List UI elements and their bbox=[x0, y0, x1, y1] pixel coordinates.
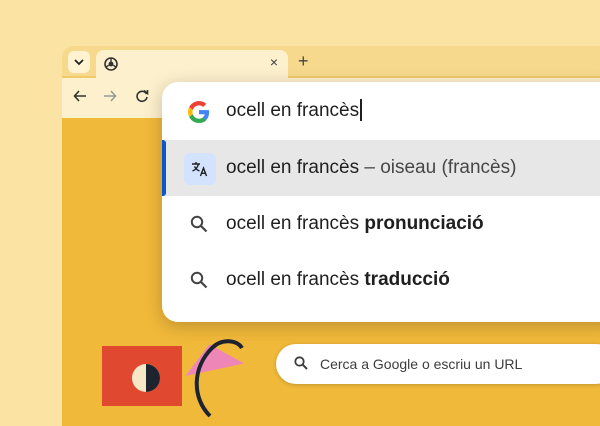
suggestion-text: ocell en francès – oiseau (francès) bbox=[226, 157, 516, 179]
suggestion-pronunciation[interactable]: ocell en francès pronunciació bbox=[162, 196, 600, 252]
omnibox-dropdown: ocell en francès ocell en francès – oise… bbox=[162, 82, 600, 322]
search-icon bbox=[294, 356, 308, 375]
text-caret bbox=[360, 99, 362, 121]
suggestion-query: ocell en francès bbox=[226, 213, 365, 234]
back-button[interactable] bbox=[70, 88, 90, 108]
query-text: ocell en francès bbox=[226, 100, 360, 121]
ntp-search-box[interactable]: Cerca a Google o escriu un URL bbox=[276, 344, 600, 384]
suggestion-translation[interactable]: ocell en francès traducció bbox=[162, 252, 600, 308]
new-tab-button[interactable]: + bbox=[298, 51, 309, 72]
suggestion-query: ocell en francès bbox=[226, 157, 360, 178]
suggestion-completion: traducció bbox=[364, 269, 450, 290]
illustration-circle bbox=[132, 364, 160, 392]
reload-icon bbox=[135, 89, 149, 108]
tab-close-icon[interactable]: × bbox=[270, 54, 278, 70]
suggestion-separator: – bbox=[359, 157, 381, 178]
omnibox-input[interactable]: ocell en francès bbox=[162, 82, 600, 140]
tab-search-button[interactable] bbox=[68, 51, 90, 73]
tab-active[interactable]: × bbox=[96, 50, 288, 78]
reload-button[interactable] bbox=[132, 88, 152, 108]
chrome-icon bbox=[104, 57, 118, 71]
suggestion-text: ocell en francès traducció bbox=[226, 269, 450, 291]
ntp-search-placeholder: Cerca a Google o escriu un URL bbox=[320, 356, 523, 372]
search-icon bbox=[190, 215, 208, 238]
selection-indicator bbox=[162, 140, 166, 196]
suggestion-completion: pronunciació bbox=[364, 213, 484, 234]
suggestion-answer: oiseau (francès) bbox=[380, 157, 517, 178]
suggestion-text: ocell en francès pronunciació bbox=[226, 213, 484, 235]
arrow-left-icon bbox=[73, 89, 87, 108]
suggestion-translate[interactable]: ocell en francès – oiseau (francès) bbox=[162, 140, 600, 196]
arrow-right-icon bbox=[103, 89, 117, 108]
chevron-down-icon bbox=[74, 53, 84, 71]
illustration-vine bbox=[194, 339, 244, 418]
omnibox-query[interactable]: ocell en francès bbox=[226, 99, 362, 122]
tab-strip: × + bbox=[62, 46, 600, 78]
search-icon bbox=[190, 271, 208, 294]
forward-button[interactable] bbox=[100, 88, 120, 108]
translate-icon bbox=[184, 153, 216, 185]
google-icon bbox=[188, 101, 210, 123]
suggestion-query: ocell en francès bbox=[226, 269, 365, 290]
